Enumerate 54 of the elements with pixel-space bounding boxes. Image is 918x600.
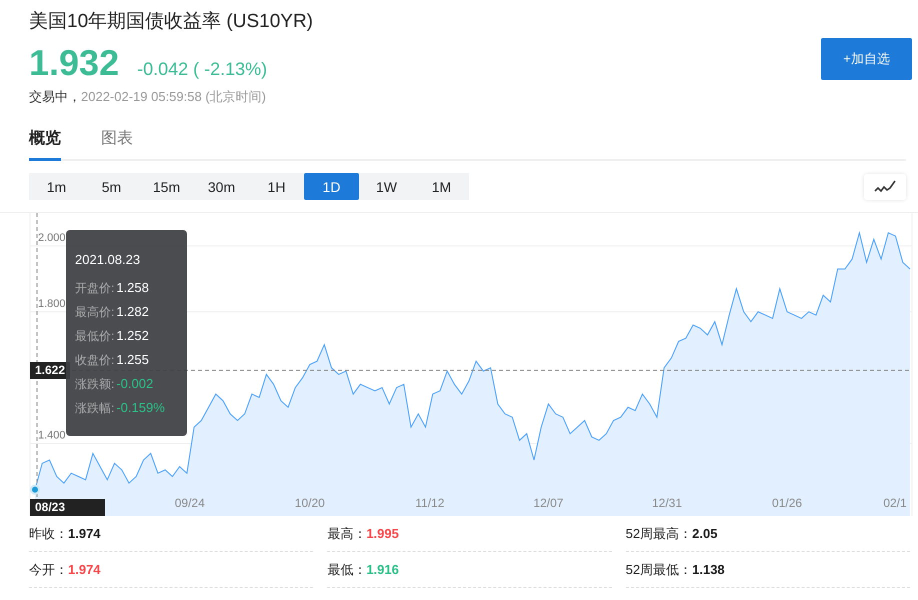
tooltip-label: 收盘价:	[75, 352, 114, 369]
tooltip-date: 2021.08.23	[75, 252, 142, 267]
x-axis-label: 01/26	[772, 496, 802, 510]
tab[interactable]: 图表	[101, 128, 133, 161]
x-axis-label: 10/20	[294, 496, 325, 510]
period-tab[interactable]: 1M	[414, 173, 469, 200]
y-axis-label: 1.400	[38, 430, 66, 442]
tooltip-value: -0.002	[116, 376, 154, 391]
stat-label: 最高：	[327, 524, 366, 542]
timestamp: 2022-02-19 05:59:58 (北京时间)	[81, 88, 266, 106]
tooltip-label: 涨跌额:	[75, 376, 114, 393]
tooltip-value: 1.252	[116, 328, 149, 343]
tooltip-value: 1.282	[116, 304, 149, 319]
stat-value: 1.974	[68, 526, 101, 541]
data-point	[30, 484, 40, 495]
tooltip-label: 最高价:	[75, 304, 114, 321]
y-axis-label: 2.000	[38, 232, 66, 244]
add-watchlist-button[interactable]: +加自选	[821, 38, 912, 80]
x-axis-label: 02/1	[883, 496, 907, 510]
tab[interactable]: 概览	[29, 128, 61, 161]
period-tab[interactable]: 1m	[29, 173, 84, 200]
period-tab[interactable]: 5m	[84, 173, 139, 200]
tooltip-label: 开盘价:	[75, 280, 114, 297]
stat-label: 昨收：	[29, 524, 68, 542]
stat-label: 最低：	[327, 560, 366, 578]
x-axis-label: 11/12	[415, 496, 444, 510]
crosshair-date: 08/23	[30, 499, 105, 516]
tooltip-label: 涨跌幅:	[75, 400, 114, 417]
x-axis-label: 09/24	[174, 496, 205, 510]
tooltip-label: 最低价:	[75, 328, 114, 345]
period-tab[interactable]: 1H	[249, 173, 304, 200]
tooltip-value: 1.255	[116, 352, 149, 367]
x-axis-label: 12/31	[652, 496, 682, 510]
period-tab[interactable]: 15m	[139, 173, 194, 200]
stat-value: 1.995	[366, 526, 399, 541]
page-title: 美国10年期国债收益率 (US10YR)	[29, 10, 313, 34]
line-chart-icon	[874, 180, 896, 194]
period-tab[interactable]: 30m	[194, 173, 249, 200]
price: 1.932	[29, 42, 120, 84]
period-tab[interactable]: 1D	[304, 173, 359, 200]
stat-label: 今开：	[29, 560, 68, 578]
y-axis-label: 1.800	[38, 298, 66, 310]
stat-value: 1.974	[68, 562, 101, 577]
stat-value: 1.138	[692, 562, 725, 577]
tooltip-value: 1.258	[116, 280, 149, 295]
period-tab[interactable]: 1W	[359, 173, 414, 200]
x-axis-label: 12/07	[533, 496, 564, 510]
stat-value: 2.05	[692, 526, 718, 541]
stat-value: 1.916	[366, 562, 399, 577]
trading-status: 交易中，	[29, 88, 81, 106]
tooltip-value: -0.159%	[116, 400, 165, 415]
price-change: -0.042 ( -2.13%)	[137, 59, 268, 80]
stat-label: 52周最低：	[626, 560, 692, 578]
stat-label: 52周最高：	[626, 524, 692, 542]
